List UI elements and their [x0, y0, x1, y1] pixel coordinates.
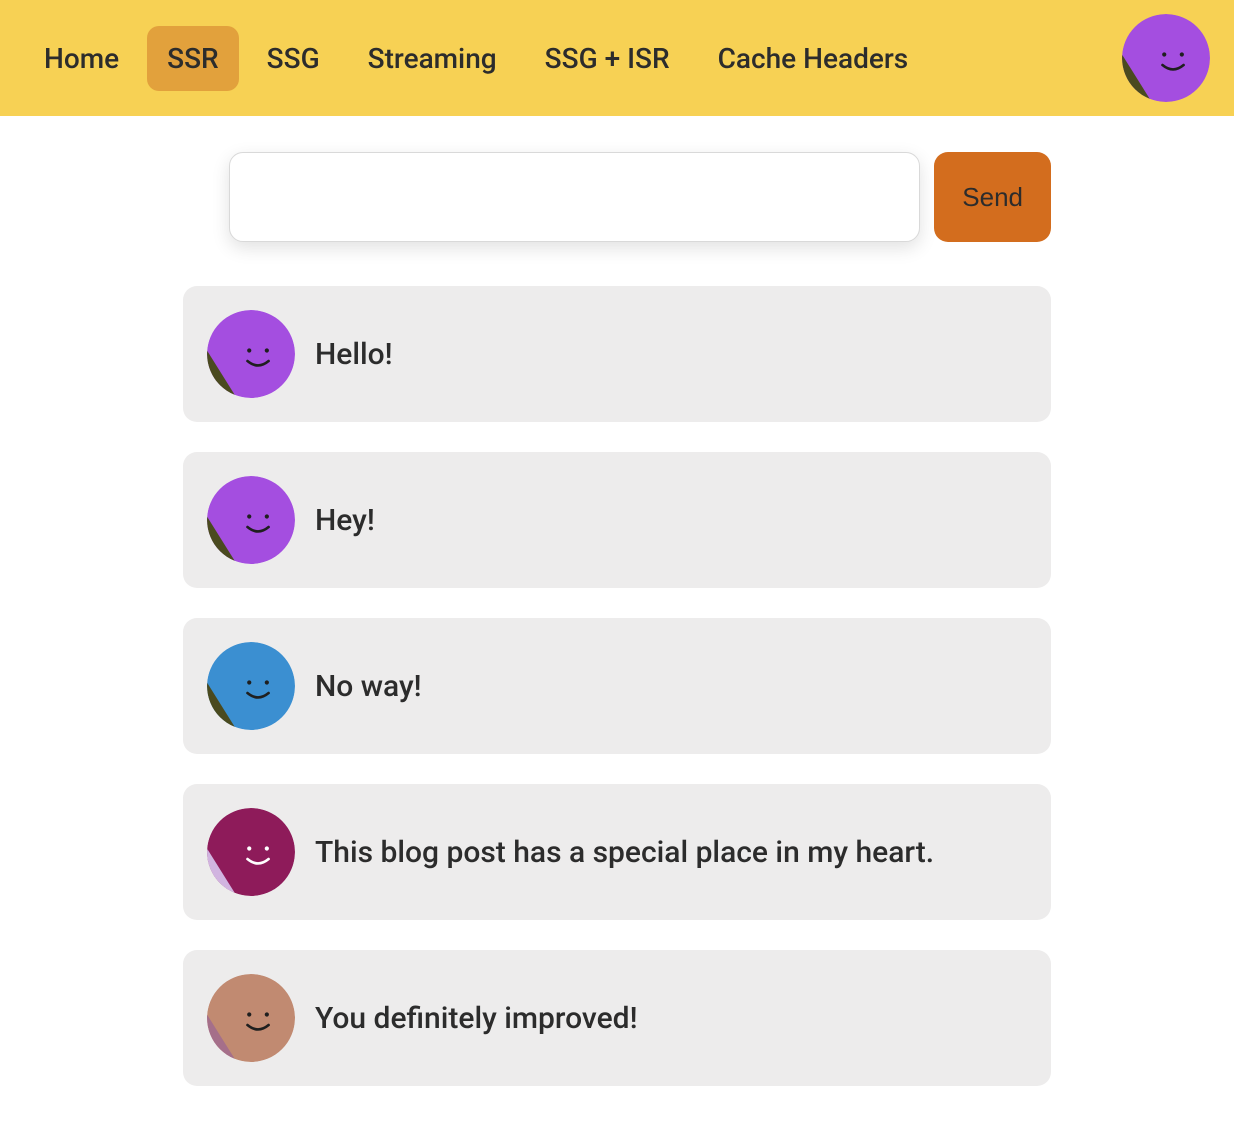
message-text: Hello! [315, 337, 393, 372]
message-input[interactable] [229, 152, 920, 242]
message-row: Hey! [183, 452, 1051, 588]
nav: Home SSR SSG Streaming SSG + ISR Cache H… [24, 26, 1114, 91]
header-avatar[interactable] [1122, 14, 1210, 102]
nav-ssg-isr[interactable]: SSG + ISR [525, 26, 690, 91]
message-text: You definitely improved! [315, 1001, 638, 1036]
avatar-icon [207, 808, 295, 896]
send-button[interactable]: Send [934, 152, 1051, 242]
nav-ssr[interactable]: SSR [147, 26, 239, 91]
nav-home[interactable]: Home [24, 26, 139, 91]
avatar-icon [207, 476, 295, 564]
message-row: This blog post has a special place in my… [183, 784, 1051, 920]
header: Home SSR SSG Streaming SSG + ISR Cache H… [0, 0, 1234, 116]
nav-streaming[interactable]: Streaming [348, 26, 517, 91]
nav-cache-headers[interactable]: Cache Headers [698, 26, 929, 91]
nav-ssg[interactable]: SSG [247, 26, 340, 91]
message-text: This blog post has a special place in my… [315, 835, 934, 870]
message-text: Hey! [315, 503, 375, 538]
message-row: No way! [183, 618, 1051, 754]
message-row: You definitely improved! [183, 950, 1051, 1086]
avatar-icon [207, 642, 295, 730]
avatar-icon [207, 974, 295, 1062]
message-text: No way! [315, 669, 422, 704]
message-row: Hello! [183, 286, 1051, 422]
compose-row: Send [229, 152, 1051, 242]
main: Send Hello! Hey! [167, 116, 1067, 1146]
messages-list: Hello! Hey! No way! [183, 286, 1051, 1086]
avatar-icon [207, 310, 295, 398]
